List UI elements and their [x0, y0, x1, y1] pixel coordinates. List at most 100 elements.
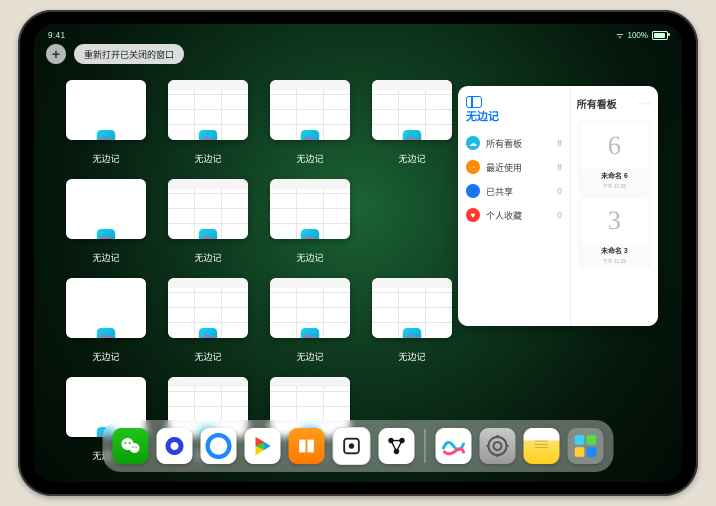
- board-timestamp: 下午 11:25: [603, 258, 627, 265]
- panel-list-item[interactable]: 👤 已共享 0: [466, 184, 562, 198]
- app-switcher-label: 无边记: [92, 350, 119, 363]
- dock-icon-baidu[interactable]: [201, 428, 237, 464]
- panel-list-item-count: 0: [557, 211, 561, 220]
- freeform-app-icon: [199, 229, 217, 239]
- board-timestamp: 下午 11:26: [603, 183, 627, 190]
- panel-content-title: 所有看板: [577, 96, 617, 111]
- freeform-app-icon: [301, 130, 319, 140]
- dock-icon-notes[interactable]: [524, 428, 560, 464]
- panel-list-item-label: 所有看板: [486, 137, 551, 150]
- wifi-icon: ᯤ: [616, 30, 623, 41]
- freeform-app-icon: [97, 328, 115, 338]
- app-switcher-label: 无边记: [296, 350, 323, 363]
- app-switcher-item[interactable]: 无边记: [168, 179, 248, 264]
- app-thumbnail: [168, 179, 248, 239]
- dock-icon-graph[interactable]: [379, 428, 415, 464]
- app-switcher-item[interactable]: 无边记: [66, 179, 146, 264]
- app-switcher-item[interactable]: 无边记: [168, 278, 248, 363]
- app-switcher-item[interactable]: 无边记: [66, 80, 146, 165]
- board-preview: 6: [581, 123, 648, 169]
- board-item[interactable]: 6 未命名 6 下午 11:26: [577, 119, 652, 194]
- top-controls: + 重新打开已关闭的窗口: [46, 44, 184, 64]
- app-switcher-label: 无边记: [92, 251, 119, 264]
- freeform-app-icon: [301, 328, 319, 338]
- app-switcher-label: 无边记: [296, 152, 323, 165]
- app-switcher-label: 无边记: [92, 152, 119, 165]
- status-bar: 9:41 ᯤ 100%: [34, 28, 682, 42]
- app-switcher-label: 无边记: [194, 350, 221, 363]
- board-title: 未命名 3: [601, 246, 628, 256]
- panel-title: 无边记: [466, 108, 562, 124]
- panel-list: ☁ 所有看板 8 ◔ 最近使用 8 👤 已共享 0 ♥ 个人收藏 0: [466, 136, 562, 222]
- dock: [103, 420, 614, 472]
- panel-list-item-label: 已共享: [486, 185, 551, 198]
- app-switcher-label: 无边记: [194, 251, 221, 264]
- dock-icon-quark[interactable]: [157, 428, 193, 464]
- app-switcher-item[interactable]: 无边记: [270, 179, 350, 264]
- dock-icon-freeform[interactable]: [436, 428, 472, 464]
- app-thumbnail: [372, 80, 452, 140]
- app-thumbnail: [372, 278, 452, 338]
- freeform-app-icon: [301, 229, 319, 239]
- more-icon[interactable]: ···: [638, 98, 652, 110]
- freeform-app-icon: [97, 229, 115, 239]
- app-switcher-label: 无边记: [398, 152, 425, 165]
- dock-icon-wechat[interactable]: [113, 428, 149, 464]
- reopen-closed-window-pill[interactable]: 重新打开已关闭的窗口: [74, 44, 184, 64]
- clock-icon: ◔: [466, 160, 480, 174]
- panel-list-item-count: 8: [557, 163, 561, 172]
- cloud-icon: ☁: [466, 136, 480, 150]
- heart-icon: ♥: [466, 208, 480, 222]
- app-switcher-item[interactable]: 无边记: [372, 278, 452, 363]
- app-switcher-item[interactable]: 无边记: [66, 278, 146, 363]
- share-icon: 👤: [466, 184, 480, 198]
- ipad-frame: 9:41 ᯤ 100% + 重新打开已关闭的窗口 无边记无边记无边记无边记无边记…: [18, 10, 698, 496]
- dock-icon-dice[interactable]: [333, 427, 371, 465]
- app-switcher-item[interactable]: 无边记: [372, 80, 452, 165]
- freeform-app-icon: [97, 130, 115, 140]
- freeform-app-icon: [199, 130, 217, 140]
- app-switcher-label: 无边记: [296, 251, 323, 264]
- sidebar-toggle-icon[interactable]: [466, 96, 482, 108]
- app-switcher-item[interactable]: 无边记: [270, 278, 350, 363]
- freeform-app-icon: [403, 130, 421, 140]
- app-switcher-item[interactable]: 无边记: [270, 80, 350, 165]
- panel-list-item-count: 0: [557, 187, 561, 196]
- freeform-app-icon: [199, 328, 217, 338]
- battery-percent: 100%: [628, 31, 648, 40]
- add-button[interactable]: +: [46, 44, 66, 64]
- app-thumbnail: [66, 80, 146, 140]
- board-preview: 3: [581, 198, 648, 244]
- app-switcher-label: 无边记: [194, 152, 221, 165]
- app-thumbnail: [66, 278, 146, 338]
- screen: 9:41 ᯤ 100% + 重新打开已关闭的窗口 无边记无边记无边记无边记无边记…: [34, 24, 682, 482]
- app-thumbnail: [168, 278, 248, 338]
- board-list: 6 未命名 6 下午 11:26 3 未命名 3 下午 11:25: [577, 119, 652, 269]
- panel-list-item[interactable]: ☁ 所有看板 8: [466, 136, 562, 150]
- app-switcher-label: 无边记: [398, 350, 425, 363]
- status-right: ᯤ 100%: [616, 30, 668, 41]
- app-thumbnail: [168, 80, 248, 140]
- dock-icon-play[interactable]: [245, 428, 281, 464]
- panel-list-item-label: 最近使用: [486, 161, 551, 174]
- dock-icon-settings[interactable]: [480, 428, 516, 464]
- panel-list-item[interactable]: ♥ 个人收藏 0: [466, 208, 562, 222]
- dock-icon-folder[interactable]: [568, 428, 604, 464]
- panel-content: 所有看板 ··· 6 未命名 6 下午 11:26 3 未命名 3 下午 11:25: [571, 86, 658, 326]
- app-thumbnail: [270, 278, 350, 338]
- app-switcher-grid: 无边记无边记无边记无边记无边记无边记无边记无边记无边记无边记无边记无边记无边记无…: [66, 80, 446, 462]
- panel-sidebar: 无边记 ☁ 所有看板 8 ◔ 最近使用 8 👤 已共享 0 ♥ 个人收藏 0: [458, 86, 571, 326]
- panel-list-item-count: 8: [557, 139, 561, 148]
- dock-separator: [425, 429, 426, 463]
- panel-list-item[interactable]: ◔ 最近使用 8: [466, 160, 562, 174]
- board-title: 未命名 6: [601, 171, 628, 181]
- freeform-app-icon: [403, 328, 421, 338]
- board-item[interactable]: 3 未命名 3 下午 11:25: [577, 194, 652, 269]
- battery-icon: [652, 31, 668, 40]
- app-thumbnail: [270, 179, 350, 239]
- freeform-panel: 无边记 ☁ 所有看板 8 ◔ 最近使用 8 👤 已共享 0 ♥ 个人收藏 0 所有看板 ··· 6 未命…: [458, 86, 658, 326]
- app-thumbnail: [270, 80, 350, 140]
- app-switcher-item[interactable]: 无边记: [168, 80, 248, 165]
- panel-list-item-label: 个人收藏: [486, 209, 551, 222]
- dock-icon-books[interactable]: [289, 428, 325, 464]
